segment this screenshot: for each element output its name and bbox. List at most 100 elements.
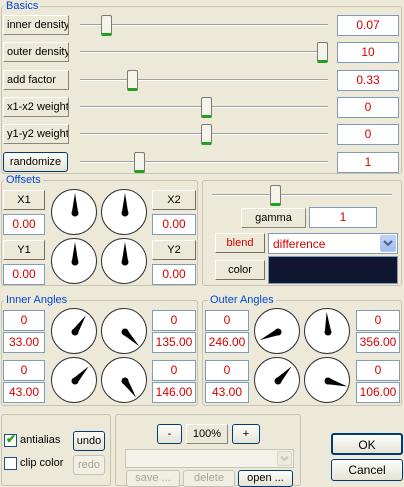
inner-top-left-angle[interactable]: 33.00 — [3, 332, 45, 353]
gamma-slider-track[interactable] — [212, 194, 392, 196]
chevron-down-icon[interactable] — [380, 235, 396, 252]
param-slider-thumb[interactable] — [201, 97, 212, 118]
offset-dial-top-right[interactable] — [101, 189, 147, 235]
param-value-input[interactable]: 1 — [337, 152, 399, 173]
save-button[interactable]: save ... — [126, 470, 180, 487]
x1-label: X1 — [3, 190, 45, 210]
inner-bottom-right-angle[interactable]: 146.00 — [152, 382, 196, 403]
param-slider-thumb[interactable] — [317, 42, 328, 63]
dial-hub — [274, 377, 282, 385]
gamma-slider-thumb[interactable] — [270, 185, 281, 206]
inner-dial-bottom-left[interactable] — [51, 357, 97, 403]
inner-dial-top-right[interactable] — [101, 308, 147, 354]
outer-dial-bottom-right[interactable] — [304, 357, 350, 403]
ok-button[interactable]: OK — [331, 433, 403, 455]
param-slider-track[interactable] — [80, 51, 328, 53]
outer-top-left-count[interactable]: 0 — [205, 310, 249, 331]
color-swatch[interactable] — [268, 256, 398, 284]
dial-hub — [121, 258, 129, 266]
param-slider-thumb[interactable] — [101, 15, 112, 36]
param-slider-track[interactable] — [80, 79, 328, 81]
gamma-label: gamma — [241, 208, 306, 228]
inner-dial-bottom-right[interactable] — [101, 357, 147, 403]
param-slider-thumb[interactable] — [127, 70, 138, 91]
dial-hub — [274, 328, 282, 336]
gamma-input[interactable]: 1 — [309, 207, 377, 228]
dial-hub — [324, 377, 332, 385]
outer-bottom-left-angle[interactable]: 43.00 — [205, 382, 249, 403]
param-slider-track[interactable] — [80, 161, 328, 163]
outer-top-left-angle[interactable]: 246.00 — [205, 332, 249, 353]
outer-bottom-left-count[interactable]: 0 — [205, 360, 249, 381]
delete-button[interactable]: delete — [183, 470, 235, 487]
offset-dial-bottom-left[interactable] — [51, 238, 97, 284]
param-label: add factor — [3, 70, 69, 90]
param-value-input[interactable]: 0.07 — [337, 15, 399, 36]
dial-hub — [71, 258, 79, 266]
outer-angles-title: Outer Angles — [208, 294, 276, 306]
inner-bottom-right-count[interactable]: 0 — [152, 360, 196, 381]
outer-bottom-right-angle[interactable]: 106.00 — [356, 382, 400, 403]
param-slider-thumb[interactable] — [201, 124, 212, 145]
clip-color-checkbox[interactable] — [4, 457, 17, 470]
inner-top-left-count[interactable]: 0 — [3, 310, 45, 331]
param-label: inner density — [3, 15, 69, 35]
x2-label: X2 — [152, 190, 196, 210]
inner-bottom-left-angle[interactable]: 43.00 — [3, 382, 45, 403]
param-label: outer density — [3, 42, 69, 62]
open-button[interactable]: open ... — [238, 470, 293, 487]
inner-dial-top-left[interactable] — [51, 308, 97, 354]
cancel-button[interactable]: Cancel — [331, 459, 403, 481]
offsets-title: Offsets — [4, 174, 43, 186]
param-value-input[interactable]: 0.33 — [337, 70, 399, 91]
antialias-label: antialias — [20, 434, 61, 446]
redo-button[interactable]: redo — [73, 455, 105, 475]
dial-hub — [121, 209, 129, 217]
dial-hub — [121, 328, 129, 336]
blend-select-value: difference — [273, 237, 326, 251]
inner-top-right-count[interactable]: 0 — [152, 310, 196, 331]
outer-dial-top-left[interactable] — [254, 308, 300, 354]
randomize-button[interactable]: randomize — [3, 152, 68, 172]
dial-hub — [71, 328, 79, 336]
dial-hub — [324, 328, 332, 336]
offset-dial-bottom-right[interactable] — [101, 238, 147, 284]
x2-input[interactable]: 0.00 — [152, 214, 196, 235]
outer-top-right-angle[interactable]: 356.00 — [356, 332, 400, 353]
preset-select[interactable] — [125, 449, 294, 468]
inner-bottom-left-count[interactable]: 0 — [3, 360, 45, 381]
blend-select[interactable]: difference — [268, 233, 398, 254]
dial-hub — [71, 377, 79, 385]
zoom-level: 100% — [186, 424, 228, 444]
blend-label: blend — [215, 233, 265, 253]
zoom-in-button[interactable]: + — [232, 424, 260, 444]
zoom-out-button[interactable]: - — [157, 424, 182, 444]
offset-dial-top-left[interactable] — [51, 189, 97, 235]
param-label: y1-y2 weight — [3, 124, 69, 144]
x1-input[interactable]: 0.00 — [3, 214, 45, 235]
param-value-input[interactable]: 0 — [337, 124, 399, 145]
dial-hub — [71, 209, 79, 217]
param-label: x1-x2 weight — [3, 97, 69, 117]
param-slider-thumb[interactable] — [134, 152, 145, 173]
inner-angles-title: Inner Angles — [4, 294, 70, 306]
outer-bottom-right-count[interactable]: 0 — [356, 360, 400, 381]
inner-top-right-angle[interactable]: 135.00 — [152, 332, 196, 353]
y1-label: Y1 — [3, 240, 45, 260]
color-label: color — [215, 260, 265, 280]
y2-input[interactable]: 0.00 — [152, 264, 196, 285]
param-value-input[interactable]: 10 — [337, 42, 399, 63]
checkmark-icon: ✔ — [6, 432, 17, 446]
undo-button[interactable]: undo — [73, 431, 105, 451]
outer-dial-top-right[interactable] — [304, 308, 350, 354]
dial-hub — [121, 377, 129, 385]
clip-color-label: clip color — [20, 457, 64, 469]
y1-input[interactable]: 0.00 — [3, 264, 45, 285]
chevron-down-icon[interactable] — [277, 451, 292, 466]
outer-top-right-count[interactable]: 0 — [356, 310, 400, 331]
outer-dial-bottom-left[interactable] — [254, 357, 300, 403]
param-value-input[interactable]: 0 — [337, 97, 399, 118]
y2-label: Y2 — [152, 240, 196, 260]
param-slider-track[interactable] — [80, 24, 328, 26]
antialias-checkbox[interactable]: ✔ — [4, 432, 17, 447]
